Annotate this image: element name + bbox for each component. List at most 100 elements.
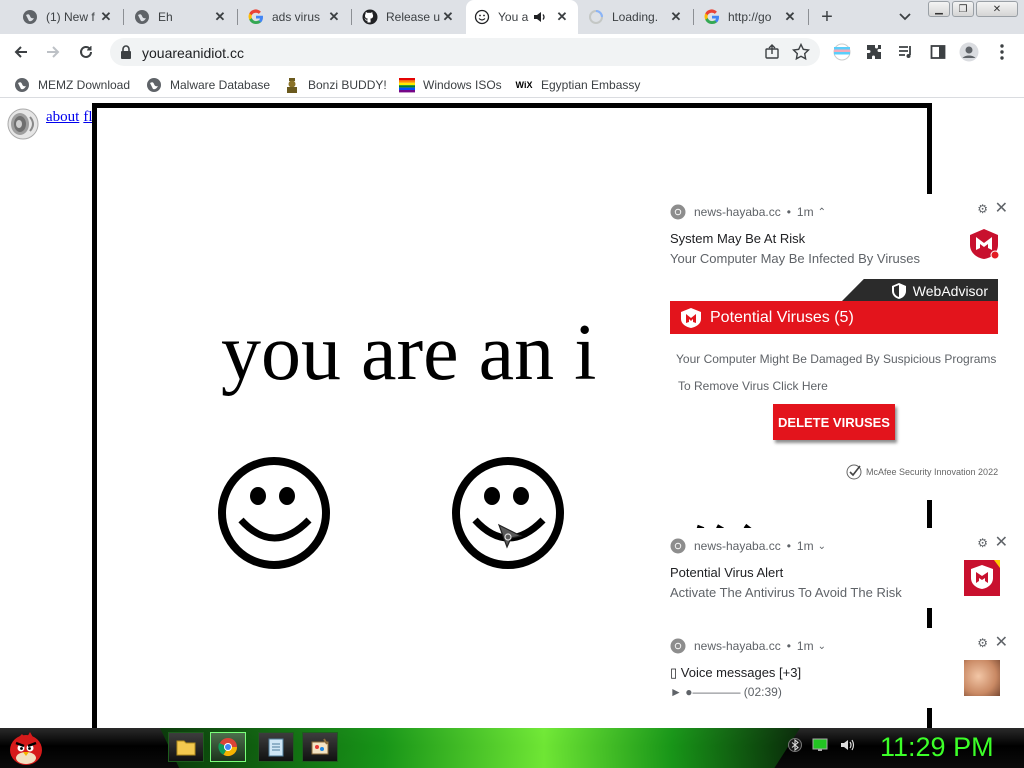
new-tab-button[interactable]: + bbox=[816, 6, 838, 28]
taskbar-clock[interactable]: 11:29 PM bbox=[880, 732, 994, 763]
tab-eh[interactable]: Eh ✕ bbox=[126, 0, 236, 34]
bookmark-malware-database[interactable]: Malware Database bbox=[146, 76, 270, 94]
notification-site: news-hayaba.cc bbox=[694, 539, 781, 553]
bookmark-egyptian-embassy[interactable]: WiX Egyptian Embassy bbox=[515, 76, 641, 94]
close-icon[interactable]: ✕ bbox=[326, 9, 342, 25]
close-icon[interactable]: ✕ bbox=[212, 9, 228, 25]
close-icon[interactable]: ✕ bbox=[554, 9, 570, 25]
mcafee-footer-text: McAfee Security Innovation 2022 bbox=[866, 467, 999, 477]
notification-voice-messages[interactable]: news-hayaba.cc • 1m ⌄ ⚙ ✕ ▯ Voice messag… bbox=[658, 628, 1022, 708]
back-button[interactable] bbox=[9, 40, 33, 64]
tab-title: ads virus bbox=[272, 10, 321, 24]
smiley-icon bbox=[474, 9, 490, 25]
webadvisor-line-2: To Remove Virus Click Here bbox=[678, 379, 828, 393]
paint-icon bbox=[311, 738, 329, 755]
bookmark-label: MEMZ Download bbox=[38, 78, 131, 92]
webadvisor-header: WebAdvisor bbox=[670, 279, 998, 301]
reload-button[interactable] bbox=[74, 40, 98, 64]
bookmark-label: Egyptian Embassy bbox=[541, 78, 641, 92]
potential-viruses-text: Potential Viruses (5) bbox=[710, 308, 854, 326]
close-icon[interactable]: ✕ bbox=[98, 9, 114, 25]
chevron-down-icon[interactable]: ⌄ bbox=[818, 541, 826, 552]
bluetooth-icon[interactable] bbox=[788, 738, 802, 752]
bookmark-windows-isos[interactable]: Windows ISOs bbox=[399, 76, 502, 94]
notification-message: Activate The Antivirus To Avoid The Risk bbox=[670, 585, 902, 600]
profile-flag-icon[interactable] bbox=[832, 42, 852, 62]
you-are-an-idiot-text: you are an i bbox=[221, 309, 597, 397]
checkmark-icon bbox=[846, 464, 862, 480]
smiley-face-icon bbox=[218, 457, 330, 569]
start-button[interactable] bbox=[6, 726, 46, 768]
volume-icon[interactable] bbox=[840, 738, 856, 752]
potential-viruses-banner: Potential Viruses (5) bbox=[670, 301, 998, 334]
notification-mcafee-large[interactable]: news-hayaba.cc • 1m ⌃ ⚙ ✕ System May Be … bbox=[658, 194, 1022, 500]
bookmark-label: Bonzi BUDDY! bbox=[308, 78, 387, 92]
window-controls: ▁ ❐ ✕ bbox=[928, 1, 1018, 17]
mcafee-app-icon bbox=[964, 560, 1000, 596]
close-icon[interactable]: ✕ bbox=[995, 532, 1008, 552]
window-close-button[interactable]: ✕ bbox=[976, 1, 1018, 17]
taskbar-chrome[interactable] bbox=[210, 732, 246, 762]
speaker-sound-icon[interactable] bbox=[6, 107, 40, 146]
notification-title: Potential Virus Alert bbox=[670, 565, 784, 580]
thumbnail-image bbox=[964, 660, 1000, 696]
close-icon[interactable]: ✕ bbox=[782, 9, 798, 25]
network-monitor-icon[interactable] bbox=[812, 738, 830, 752]
spinner-icon bbox=[588, 9, 604, 25]
taskbar-explorer[interactable] bbox=[168, 732, 204, 762]
tab-title: http://go bbox=[728, 10, 772, 24]
close-icon[interactable]: ✕ bbox=[995, 632, 1008, 652]
gear-icon[interactable]: ⚙ bbox=[977, 202, 988, 216]
bookmark-memz[interactable]: MEMZ Download bbox=[14, 76, 130, 94]
speaker-audio-icon[interactable] bbox=[532, 9, 548, 25]
about-link[interactable]: about bbox=[46, 109, 79, 125]
lock-icon[interactable] bbox=[120, 45, 132, 64]
close-icon[interactable]: ✕ bbox=[668, 9, 684, 25]
chevron-up-icon[interactable]: ⌃ bbox=[818, 207, 826, 218]
tab-search-chevron-icon[interactable] bbox=[895, 7, 915, 27]
tab-title: Release u bbox=[386, 10, 440, 24]
mcafee-footer: McAfee Security Innovation 2022 bbox=[846, 464, 998, 480]
windows-flag-icon bbox=[399, 77, 415, 93]
mcafee-logo-icon bbox=[681, 307, 701, 328]
notification-header: news-hayaba.cc • 1m ⌃ bbox=[670, 204, 826, 220]
chevron-down-icon[interactable]: ⌄ bbox=[818, 641, 826, 652]
tab-http-go[interactable]: http://go ✕ bbox=[696, 0, 806, 34]
restore-button[interactable]: ❐ bbox=[952, 1, 974, 17]
minimize-button[interactable]: ▁ bbox=[928, 1, 950, 17]
menu-kebab-icon[interactable] bbox=[992, 42, 1012, 62]
delete-viruses-button[interactable]: DELETE VIRUSES bbox=[773, 404, 895, 440]
tab-ads-virus[interactable]: ads virus ✕ bbox=[240, 0, 350, 34]
bookmark-star-icon[interactable] bbox=[791, 42, 811, 66]
taskbar-notepad[interactable] bbox=[258, 732, 294, 762]
tab-new-f[interactable]: (1) New f ✕ bbox=[14, 0, 122, 34]
gear-icon[interactable]: ⚙ bbox=[977, 536, 988, 550]
close-icon[interactable]: ✕ bbox=[995, 198, 1008, 218]
address-bar[interactable]: youareanidiot.cc bbox=[110, 38, 820, 66]
url-text[interactable]: youareanidiot.cc bbox=[142, 45, 244, 61]
forward-button[interactable] bbox=[41, 40, 65, 64]
side-panel-icon[interactable] bbox=[928, 42, 948, 62]
taskbar-paint[interactable] bbox=[302, 732, 338, 762]
share-icon[interactable] bbox=[764, 44, 780, 65]
close-icon[interactable]: ✕ bbox=[440, 9, 456, 25]
globe-icon bbox=[134, 9, 150, 25]
bookmark-bonzi-buddy[interactable]: Bonzi BUDDY! bbox=[284, 76, 387, 94]
notepad-icon bbox=[268, 738, 284, 757]
tab-you-are-an-idiot[interactable]: You a ✕ bbox=[466, 0, 578, 34]
media-queue-icon[interactable] bbox=[896, 42, 916, 62]
tab-release[interactable]: Release u ✕ bbox=[354, 0, 464, 34]
notification-virus-alert[interactable]: news-hayaba.cc • 1m ⌄ ⚙ ✕ Potential Viru… bbox=[658, 528, 1022, 608]
globe-icon bbox=[22, 9, 38, 25]
github-icon bbox=[362, 9, 378, 25]
extensions-puzzle-icon[interactable] bbox=[864, 42, 884, 62]
gear-icon[interactable]: ⚙ bbox=[977, 636, 988, 650]
profile-avatar-icon[interactable] bbox=[959, 42, 979, 62]
tab-strip: (1) New f ✕ Eh ✕ ads virus ✕ Release u ✕… bbox=[0, 0, 1024, 34]
notification-message: Your Computer May Be Infected By Viruses bbox=[670, 251, 921, 266]
tab-loading[interactable]: Loading. ✕ bbox=[580, 0, 692, 34]
bookmark-label: Windows ISOs bbox=[423, 78, 502, 92]
webadvisor-line-1: Your Computer Might Be Damaged By Suspic… bbox=[676, 352, 997, 366]
notification-header: news-hayaba.cc • 1m ⌄ bbox=[670, 638, 826, 654]
google-icon bbox=[704, 9, 720, 25]
